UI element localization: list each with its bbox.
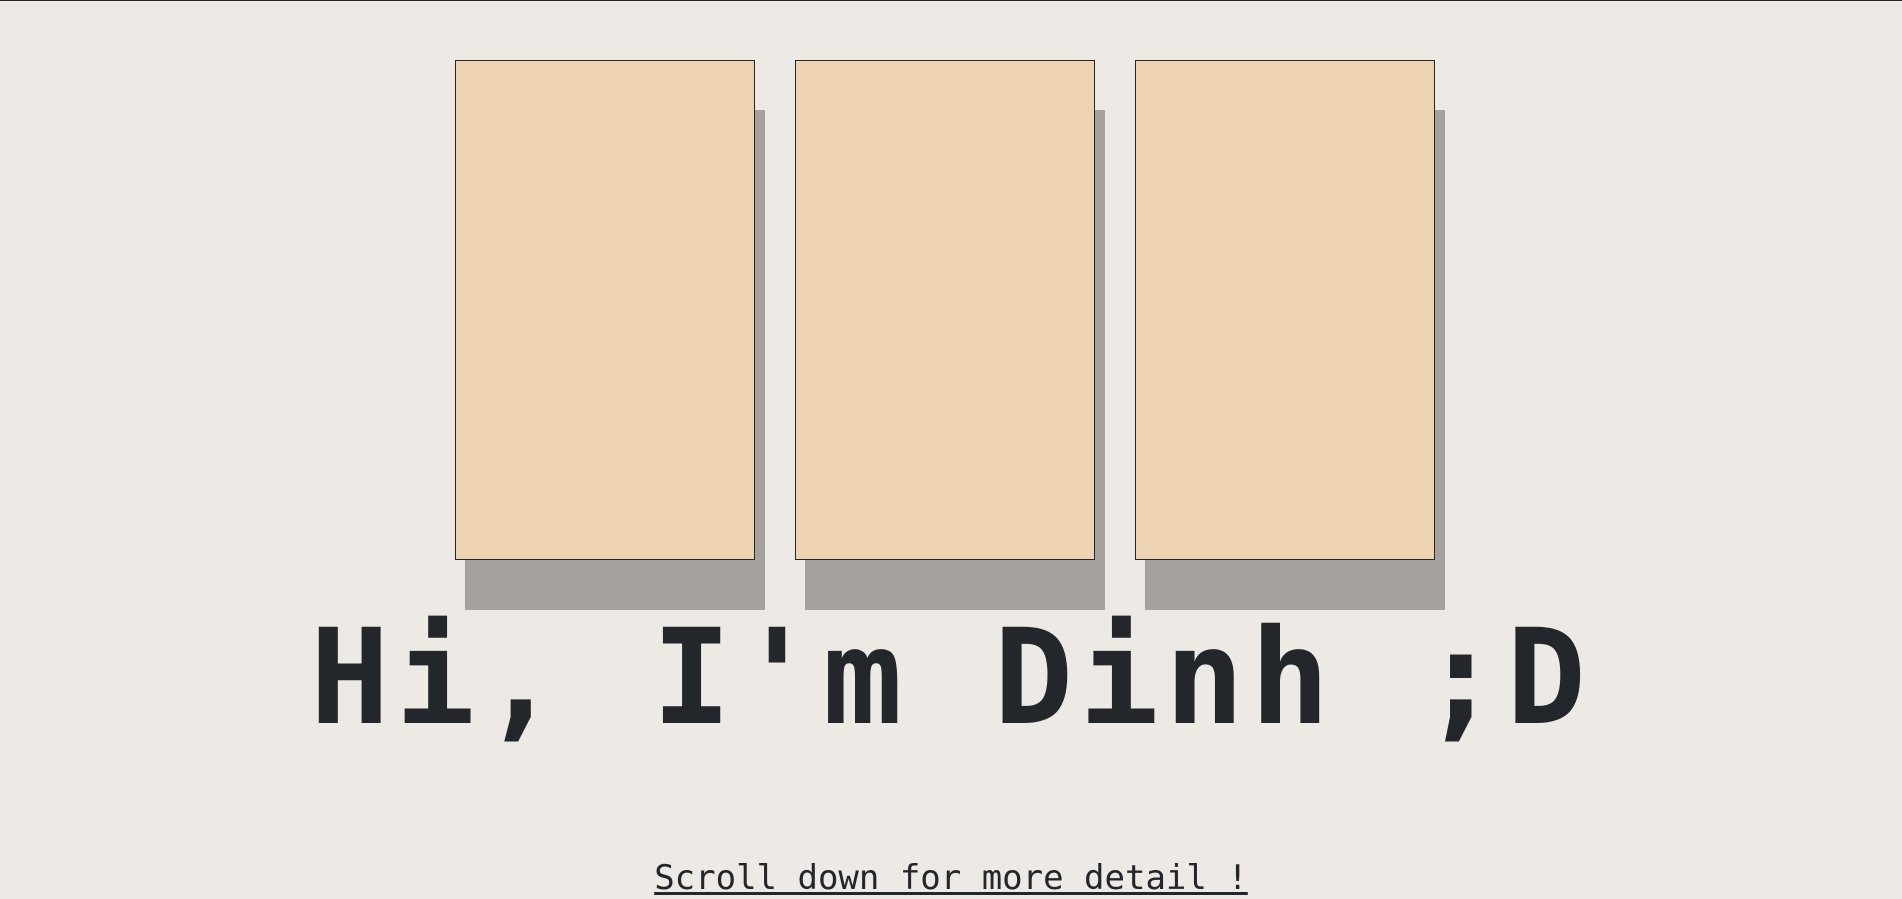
card-2[interactable] xyxy=(795,60,1105,610)
hero-greeting: Hi, I'm Dinh ;D xyxy=(309,601,1593,755)
card-panel[interactable] xyxy=(1135,60,1435,560)
card-panel[interactable] xyxy=(455,60,755,560)
card-panel[interactable] xyxy=(795,60,1095,560)
card-1[interactable] xyxy=(455,60,765,610)
top-divider xyxy=(0,0,1902,1)
scroll-down-link[interactable]: Scroll down for more detail ! xyxy=(654,858,1248,898)
scroll-hint: Scroll down for more detail ! xyxy=(0,858,1902,898)
card-3[interactable] xyxy=(1135,60,1445,610)
card-row xyxy=(455,60,1455,610)
